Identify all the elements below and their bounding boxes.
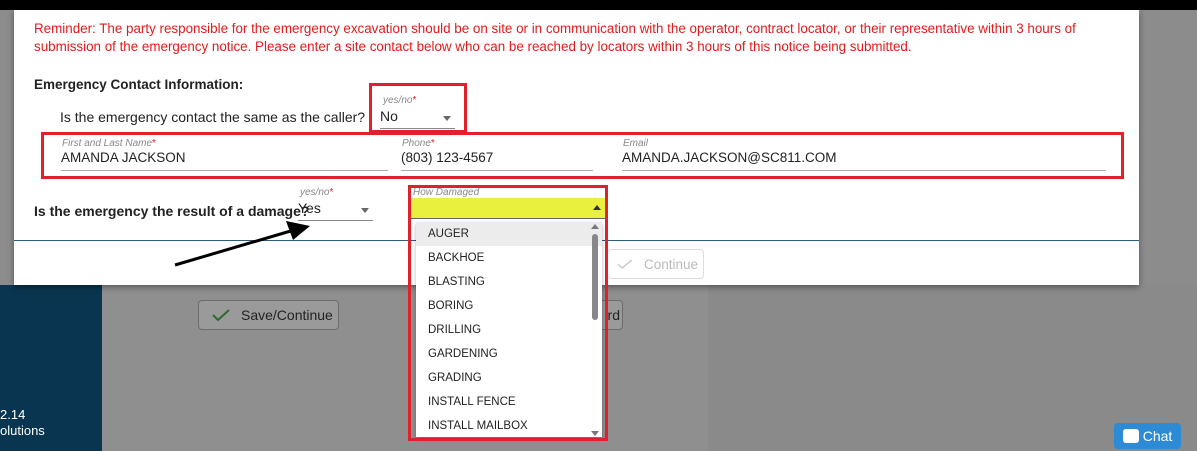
chat-button[interactable]: Chat bbox=[1114, 423, 1181, 449]
annotation-arrow-icon bbox=[174, 221, 310, 267]
chat-bubble-icon bbox=[1122, 429, 1139, 443]
chat-label: Chat bbox=[1142, 428, 1173, 444]
